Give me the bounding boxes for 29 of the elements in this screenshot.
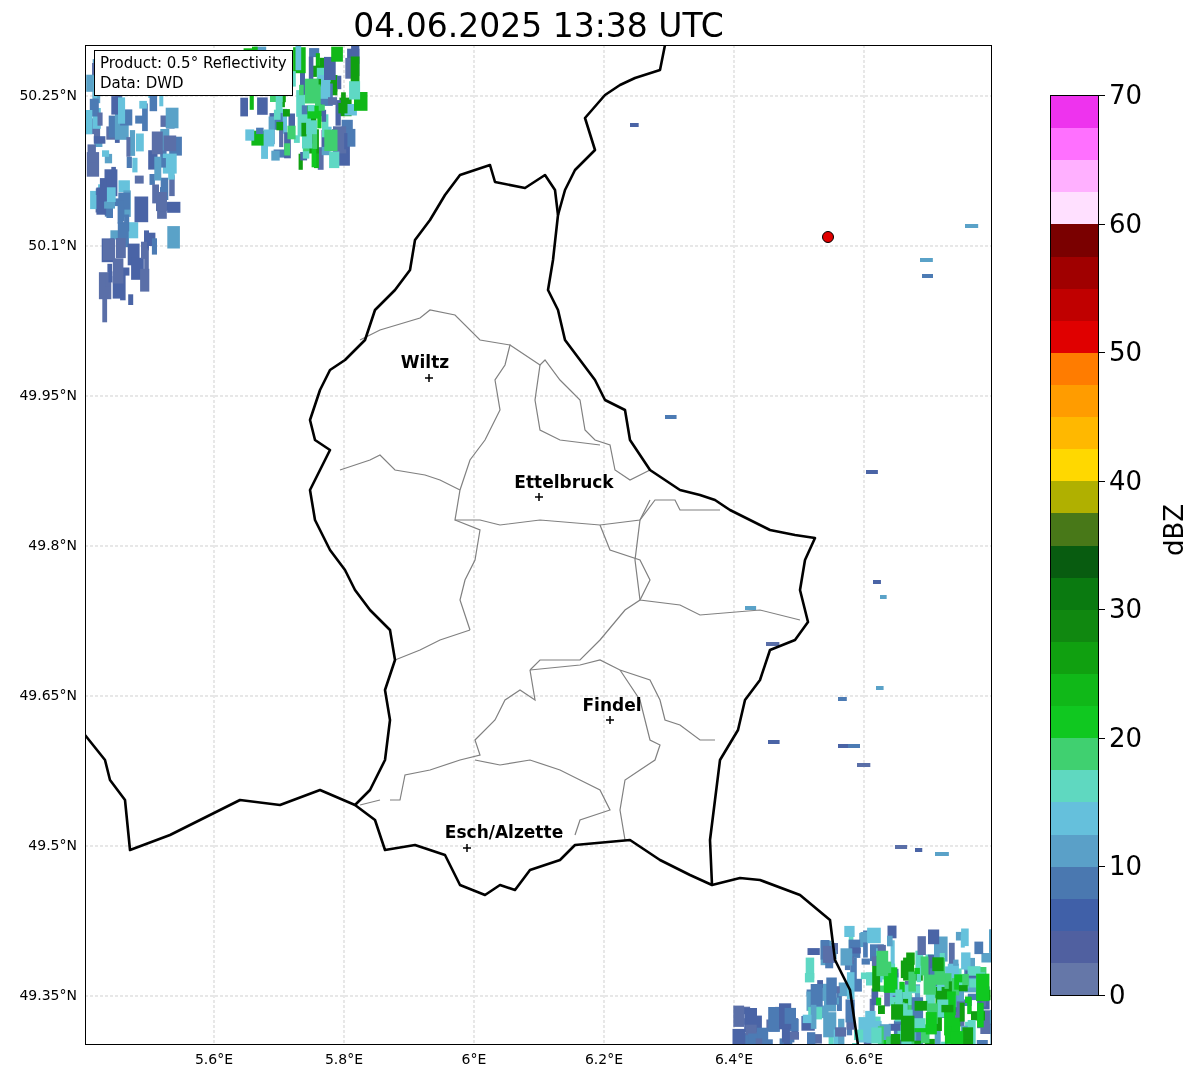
axis-tick-label: 6.2°E <box>584 1051 624 1067</box>
axis-tick-label: 6.4°E <box>714 1051 754 1067</box>
axis-tick-label: 5.8°E <box>324 1051 364 1067</box>
place-label: Findel <box>582 695 642 715</box>
colorbar-tick-label: 20 <box>1109 722 1143 753</box>
place-label: Ettelbruck <box>514 472 614 492</box>
colorbar-tick-label: 60 <box>1109 208 1143 239</box>
chart-title: 04.06.2025 13:38 UTC <box>352 5 725 45</box>
colorbar-tick-label: 50 <box>1109 337 1143 368</box>
legend-text: Product: 0.5° Reflectivity <box>100 53 287 73</box>
place-label: Esch/Alzette <box>444 822 564 842</box>
colorbar-tick-label: 0 <box>1109 980 1126 1010</box>
axis-tick-label: 49.35°N <box>19 987 77 1003</box>
axis-tick-label: 49.65°N <box>19 687 77 703</box>
axis-tick-label: 5.6°E <box>194 1051 234 1067</box>
axis-tick-label: 49.8°N <box>28 537 77 553</box>
axis-tick-label: 49.95°N <box>19 387 77 403</box>
axis-tick-label: 49.5°N <box>28 837 77 853</box>
colorbar-tick-label: 30 <box>1109 594 1143 625</box>
axis-tick-label: 6.6°E <box>844 1051 884 1067</box>
axis-tick-label: 6°E <box>461 1051 487 1067</box>
colorbar-label: dBZ <box>1159 503 1184 557</box>
legend-text: Data: DWD <box>100 73 185 93</box>
colorbar-tick-label: 40 <box>1109 465 1143 496</box>
colorbar-tick-label: 70 <box>1109 80 1143 110</box>
axis-tick-label: 50.1°N <box>28 237 77 253</box>
place-label: Wiltz <box>400 352 450 372</box>
colorbar-tick-label: 10 <box>1109 851 1143 882</box>
axis-tick-label: 50.25°N <box>19 87 77 103</box>
